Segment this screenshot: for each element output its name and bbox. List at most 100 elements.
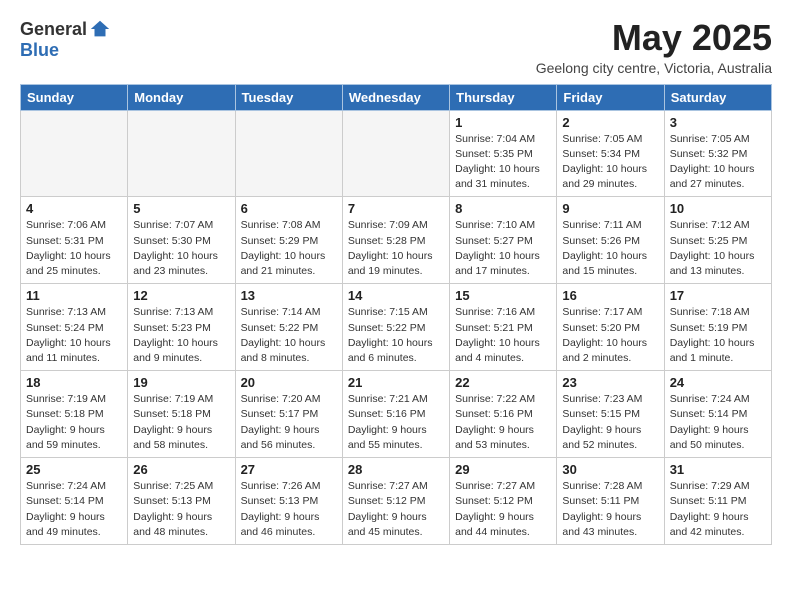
day-header-tuesday: Tuesday	[235, 84, 342, 110]
calendar-cell: 12Sunrise: 7:13 AMSunset: 5:23 PMDayligh…	[128, 284, 235, 371]
day-number: 8	[455, 201, 551, 216]
day-number: 11	[26, 288, 122, 303]
day-info: Sunrise: 7:21 AMSunset: 5:16 PMDaylight:…	[348, 392, 444, 453]
day-number: 6	[241, 201, 337, 216]
day-info: Sunrise: 7:11 AMSunset: 5:26 PMDaylight:…	[562, 218, 658, 279]
day-number: 4	[26, 201, 122, 216]
calendar-cell: 1 Sunrise: 7:04 AMSunset: 5:35 PMDaylight…	[450, 110, 557, 197]
page: General Blue May 2025 Geelong city centr…	[0, 0, 792, 563]
day-number: 13	[241, 288, 337, 303]
day-info: Sunrise: 7:19 AMSunset: 5:18 PMDaylight:…	[26, 392, 122, 453]
day-number: 30	[562, 462, 658, 477]
calendar-cell: 31 Sunrise: 7:29 AMSunset: 5:11 PMDayligh…	[664, 458, 771, 545]
day-info: Sunrise: 7:08 AMSunset: 5:29 PMDaylight:…	[241, 218, 337, 279]
title-section: May 2025 Geelong city centre, Victoria, …	[536, 18, 772, 76]
day-info: Sunrise: 7:05 AMSunset: 5:32 PMDaylight:…	[670, 132, 766, 193]
day-number: 24	[670, 375, 766, 390]
calendar-row-3: 11 Sunrise: 7:13 AMSunset: 5:24 PMDayligh…	[21, 284, 772, 371]
day-info: Sunrise: 7:06 AMSunset: 5:31 PMDaylight:…	[26, 218, 122, 279]
day-info: Sunrise: 7:19 AMSunset: 5:18 PMDaylight:…	[133, 392, 229, 453]
calendar-cell: 23Sunrise: 7:23 AMSunset: 5:15 PMDayligh…	[557, 371, 664, 458]
day-info: Sunrise: 7:27 AMSunset: 5:12 PMDaylight:…	[455, 479, 551, 540]
calendar-row-4: 18 Sunrise: 7:19 AMSunset: 5:18 PMDayligh…	[21, 371, 772, 458]
calendar-cell: 9 Sunrise: 7:11 AMSunset: 5:26 PMDaylight…	[557, 197, 664, 284]
calendar-cell: 19 Sunrise: 7:19 AMSunset: 5:18 PMDayligh…	[128, 371, 235, 458]
day-header-monday: Monday	[128, 84, 235, 110]
day-number: 21	[348, 375, 444, 390]
calendar-cell: 24 Sunrise: 7:24 AMSunset: 5:14 PMDayligh…	[664, 371, 771, 458]
calendar-cell: 20 Sunrise: 7:20 AMSunset: 5:17 PMDayligh…	[235, 371, 342, 458]
calendar-cell: 6 Sunrise: 7:08 AMSunset: 5:29 PMDaylight…	[235, 197, 342, 284]
day-info: Sunrise: 7:20 AMSunset: 5:17 PMDaylight:…	[241, 392, 337, 453]
day-number: 20	[241, 375, 337, 390]
calendar-row-1: 1 Sunrise: 7:04 AMSunset: 5:35 PMDaylight…	[21, 110, 772, 197]
calendar-cell: 2 Sunrise: 7:05 AMSunset: 5:34 PMDaylight…	[557, 110, 664, 197]
day-info: Sunrise: 7:23 AMSunset: 5:15 PMDaylight:…	[562, 392, 658, 453]
day-info: Sunrise: 7:13 AMSunset: 5:24 PMDaylight:…	[26, 305, 122, 366]
day-info: Sunrise: 7:22 AMSunset: 5:16 PMDaylight:…	[455, 392, 551, 453]
calendar-cell: 29 Sunrise: 7:27 AMSunset: 5:12 PMDayligh…	[450, 458, 557, 545]
day-info: Sunrise: 7:05 AMSunset: 5:34 PMDaylight:…	[562, 132, 658, 193]
day-number: 1	[455, 115, 551, 130]
calendar: SundayMondayTuesdayWednesdayThursdayFrid…	[20, 84, 772, 545]
logo-blue-text: Blue	[20, 40, 59, 61]
calendar-header-row: SundayMondayTuesdayWednesdayThursdayFrid…	[21, 84, 772, 110]
day-header-thursday: Thursday	[450, 84, 557, 110]
day-number: 14	[348, 288, 444, 303]
day-number: 7	[348, 201, 444, 216]
calendar-cell	[128, 110, 235, 197]
calendar-cell: 25Sunrise: 7:24 AMSunset: 5:14 PMDayligh…	[21, 458, 128, 545]
day-number: 5	[133, 201, 229, 216]
day-info: Sunrise: 7:14 AMSunset: 5:22 PMDaylight:…	[241, 305, 337, 366]
day-info: Sunrise: 7:25 AMSunset: 5:13 PMDaylight:…	[133, 479, 229, 540]
header: General Blue May 2025 Geelong city centr…	[20, 18, 772, 76]
calendar-row-5: 25Sunrise: 7:24 AMSunset: 5:14 PMDayligh…	[21, 458, 772, 545]
calendar-cell: 7 Sunrise: 7:09 AMSunset: 5:28 PMDaylight…	[342, 197, 449, 284]
calendar-cell: 28 Sunrise: 7:27 AMSunset: 5:12 PMDayligh…	[342, 458, 449, 545]
logo-general-text: General	[20, 19, 87, 40]
day-number: 27	[241, 462, 337, 477]
day-number: 18	[26, 375, 122, 390]
calendar-cell: 18 Sunrise: 7:19 AMSunset: 5:18 PMDayligh…	[21, 371, 128, 458]
day-info: Sunrise: 7:24 AMSunset: 5:14 PMDaylight:…	[670, 392, 766, 453]
day-number: 9	[562, 201, 658, 216]
month-title: May 2025	[536, 18, 772, 58]
day-number: 29	[455, 462, 551, 477]
calendar-cell	[342, 110, 449, 197]
calendar-cell	[235, 110, 342, 197]
calendar-cell: 26 Sunrise: 7:25 AMSunset: 5:13 PMDayligh…	[128, 458, 235, 545]
day-number: 12	[133, 288, 229, 303]
day-number: 26	[133, 462, 229, 477]
day-info: Sunrise: 7:04 AMSunset: 5:35 PMDaylight:…	[455, 132, 551, 193]
day-info: Sunrise: 7:15 AMSunset: 5:22 PMDaylight:…	[348, 305, 444, 366]
day-info: Sunrise: 7:10 AMSunset: 5:27 PMDaylight:…	[455, 218, 551, 279]
day-info: Sunrise: 7:12 AMSunset: 5:25 PMDaylight:…	[670, 218, 766, 279]
calendar-cell	[21, 110, 128, 197]
calendar-cell: 17Sunrise: 7:18 AMSunset: 5:19 PMDayligh…	[664, 284, 771, 371]
day-number: 2	[562, 115, 658, 130]
day-header-sunday: Sunday	[21, 84, 128, 110]
day-number: 28	[348, 462, 444, 477]
calendar-cell: 15Sunrise: 7:16 AMSunset: 5:21 PMDayligh…	[450, 284, 557, 371]
logo-text: General	[20, 18, 111, 40]
day-header-friday: Friday	[557, 84, 664, 110]
day-number: 22	[455, 375, 551, 390]
day-number: 10	[670, 201, 766, 216]
calendar-cell: 14 Sunrise: 7:15 AMSunset: 5:22 PMDayligh…	[342, 284, 449, 371]
day-number: 17	[670, 288, 766, 303]
day-header-saturday: Saturday	[664, 84, 771, 110]
day-info: Sunrise: 7:24 AMSunset: 5:14 PMDaylight:…	[26, 479, 122, 540]
day-number: 19	[133, 375, 229, 390]
day-info: Sunrise: 7:09 AMSunset: 5:28 PMDaylight:…	[348, 218, 444, 279]
logo-icon	[89, 18, 111, 40]
calendar-cell: 11 Sunrise: 7:13 AMSunset: 5:24 PMDayligh…	[21, 284, 128, 371]
day-number: 3	[670, 115, 766, 130]
calendar-cell: 30Sunrise: 7:28 AMSunset: 5:11 PMDayligh…	[557, 458, 664, 545]
day-info: Sunrise: 7:29 AMSunset: 5:11 PMDaylight:…	[670, 479, 766, 540]
day-info: Sunrise: 7:27 AMSunset: 5:12 PMDaylight:…	[348, 479, 444, 540]
logo: General Blue	[20, 18, 111, 61]
day-number: 31	[670, 462, 766, 477]
day-info: Sunrise: 7:26 AMSunset: 5:13 PMDaylight:…	[241, 479, 337, 540]
day-info: Sunrise: 7:07 AMSunset: 5:30 PMDaylight:…	[133, 218, 229, 279]
calendar-cell: 21 Sunrise: 7:21 AMSunset: 5:16 PMDayligh…	[342, 371, 449, 458]
